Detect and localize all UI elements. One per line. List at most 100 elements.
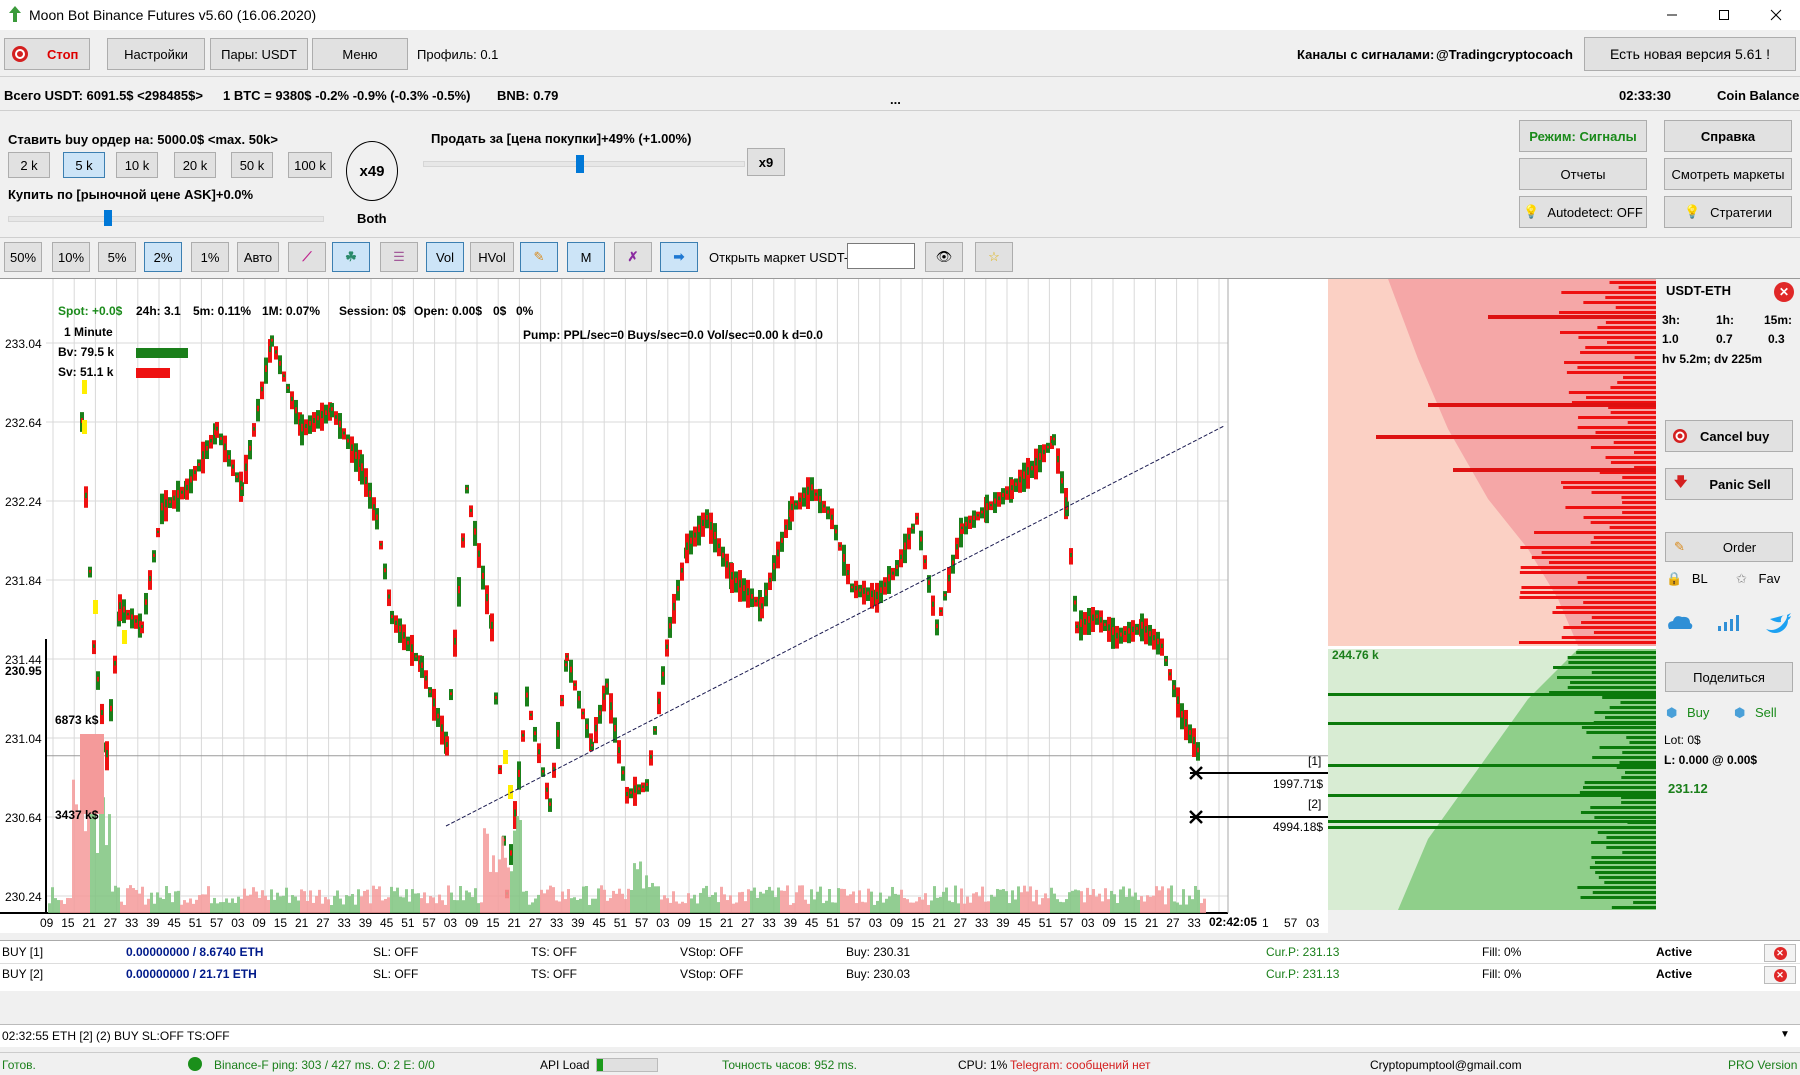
signal-channel-handle[interactable]: @Tradingcryptocoach [1436, 47, 1573, 62]
volume-bar [942, 891, 945, 913]
amount-button-3[interactable]: 20 k [174, 152, 216, 178]
log-dropdown-icon[interactable]: ▼ [1780, 1029, 1790, 1040]
candle-detail [194, 470, 196, 475]
candle-detail [361, 463, 363, 471]
volume-bar [375, 889, 378, 913]
percent-button-4[interactable]: 1% [191, 242, 229, 272]
cloud-icon[interactable] [1666, 612, 1694, 634]
stats-chart-icon[interactable] [1716, 612, 1744, 634]
open-market-input[interactable] [847, 243, 915, 269]
telegram-status: Telegram: сообщений нет [1010, 1058, 1151, 1072]
draw-tool-button[interactable]: ✎ [520, 242, 558, 272]
candle-detail [317, 415, 319, 421]
share-button[interactable]: Поделиться [1665, 662, 1793, 692]
candle-detail [93, 644, 95, 648]
hvol-button[interactable]: HVol [470, 242, 514, 272]
lines-tool-button[interactable]: ☰ [380, 242, 418, 272]
autodetect-button[interactable]: 💡 Autodetect: OFF [1519, 196, 1647, 228]
cancel-order-icon[interactable]: ✕ [1764, 944, 1796, 962]
candle-detail [291, 396, 293, 402]
time-tick-label: 15 [486, 916, 500, 930]
ask-order-line [1610, 386, 1656, 389]
cross-tool-button[interactable]: ✗ [614, 242, 652, 272]
buy-slider[interactable] [8, 210, 324, 226]
vol-button[interactable]: Vol [426, 242, 464, 272]
sell-toggle[interactable]: ⬢ Sell [1734, 705, 1794, 725]
support-email[interactable]: Cryptopumptool@gmail.com [1370, 1058, 1522, 1072]
sell-slider-thumb[interactable] [575, 155, 584, 173]
price-chart[interactable]: 233.04 232.64 232.24 231.84 231.44 231.04 230.… [0, 279, 1328, 983]
stop-button[interactable]: Стоп [4, 38, 90, 70]
amount-button-1[interactable]: 5 k [63, 152, 105, 178]
volume-bar [645, 875, 648, 913]
buy-toggle[interactable]: ⬢ Buy [1666, 705, 1726, 725]
percent-button-0[interactable]: 50% [4, 242, 42, 272]
volume-bar [126, 888, 129, 913]
minimize-icon[interactable] [1662, 6, 1682, 24]
arrow-tool-button[interactable]: ➡ [660, 242, 698, 272]
maximize-icon[interactable] [1714, 6, 1734, 24]
volume-bar [537, 894, 540, 913]
candle-detail [369, 490, 371, 498]
sell-multiplier-button[interactable]: x9 [747, 148, 785, 176]
eye-button[interactable]: 👁 [925, 242, 963, 272]
candle-detail [1057, 455, 1059, 463]
coin-balance-label[interactable]: Coin Balance [1717, 88, 1799, 103]
favorite-star-button[interactable]: ☆ [975, 242, 1013, 272]
multiplier-circle[interactable]: x49 [346, 141, 398, 201]
bid-wall [1328, 722, 1656, 725]
cancel-buy-button[interactable]: Cancel buy [1665, 420, 1793, 452]
mode-signals-button[interactable]: Режим: Сигналы [1519, 120, 1647, 152]
settings-button[interactable]: Настройки [107, 38, 205, 70]
m-button[interactable]: M [567, 242, 605, 272]
candle-detail [1080, 619, 1082, 627]
more-dots[interactable]: ... [890, 92, 901, 107]
sell-slider[interactable] [423, 155, 745, 173]
amount-button-0[interactable]: 2 k [8, 152, 50, 178]
percent-button-5[interactable]: Авто [237, 242, 279, 272]
candle-detail [681, 568, 683, 573]
volume-bar [1065, 899, 1068, 913]
twitter-icon[interactable] [1764, 612, 1792, 634]
candle-detail [819, 496, 821, 503]
volume-bar [774, 897, 777, 913]
order-row[interactable]: BUY [1] 0.00000000 / 8.6740 ETH SL: OFF TS:… [0, 941, 1800, 964]
buy-slider-thumb[interactable] [104, 210, 113, 226]
time-tick-label: 51 [826, 916, 840, 930]
blacklist-toggle[interactable]: 🔒 BL [1666, 571, 1726, 591]
new-version-button[interactable]: Есть новая версия 5.61 ! [1584, 37, 1796, 71]
volume-bar [72, 779, 75, 913]
percent-button-3[interactable]: 2% [144, 242, 182, 272]
strategies-label: Стратегии [1710, 204, 1772, 220]
indicator-tool-button[interactable]: ☘ [332, 242, 370, 272]
help-button[interactable]: Справка [1664, 120, 1792, 152]
panic-sell-button[interactable]: 🡇 Panic Sell [1665, 468, 1793, 500]
order-row[interactable]: BUY [2] 0.00000000 / 21.71 ETH SL: OFF TS: … [0, 963, 1800, 985]
amount-button-4[interactable]: 50 k [231, 152, 273, 178]
percent-button-2[interactable]: 5% [98, 242, 136, 272]
bid-order-line [1594, 711, 1656, 714]
candle-detail [1031, 465, 1033, 471]
reports-button[interactable]: Отчеты [1519, 158, 1647, 190]
pairs-button[interactable]: Пары: USDT [210, 38, 308, 70]
menu-button[interactable]: Меню [312, 38, 408, 70]
amount-button-5[interactable]: 100 k [288, 152, 332, 178]
amount-button-2[interactable]: 10 k [116, 152, 158, 178]
close-window-icon[interactable] [1766, 6, 1786, 24]
candle-detail [710, 522, 712, 530]
order-button[interactable]: ✎ Order [1665, 532, 1793, 562]
volume-bar [1032, 901, 1035, 913]
favorite-toggle[interactable]: ✩ Fav [1736, 571, 1796, 591]
volume-bar [633, 863, 636, 913]
star-icon: ☆ [988, 249, 1000, 264]
chart-line-tool-button[interactable]: ⟋ [288, 242, 326, 272]
candle-detail [1153, 635, 1155, 641]
percent-button-1[interactable]: 10% [52, 242, 90, 272]
time-tick-label: 21 [720, 916, 734, 930]
close-pair-icon[interactable]: ✕ [1774, 282, 1794, 302]
price-axis-label: 233.04 [5, 337, 42, 351]
strategies-button[interactable]: 💡 Стратегии [1664, 196, 1792, 228]
cancel-order-icon[interactable]: ✕ [1764, 966, 1796, 984]
view-markets-button[interactable]: Смотреть маркеты [1664, 158, 1792, 190]
ask-order-line [1586, 396, 1656, 399]
